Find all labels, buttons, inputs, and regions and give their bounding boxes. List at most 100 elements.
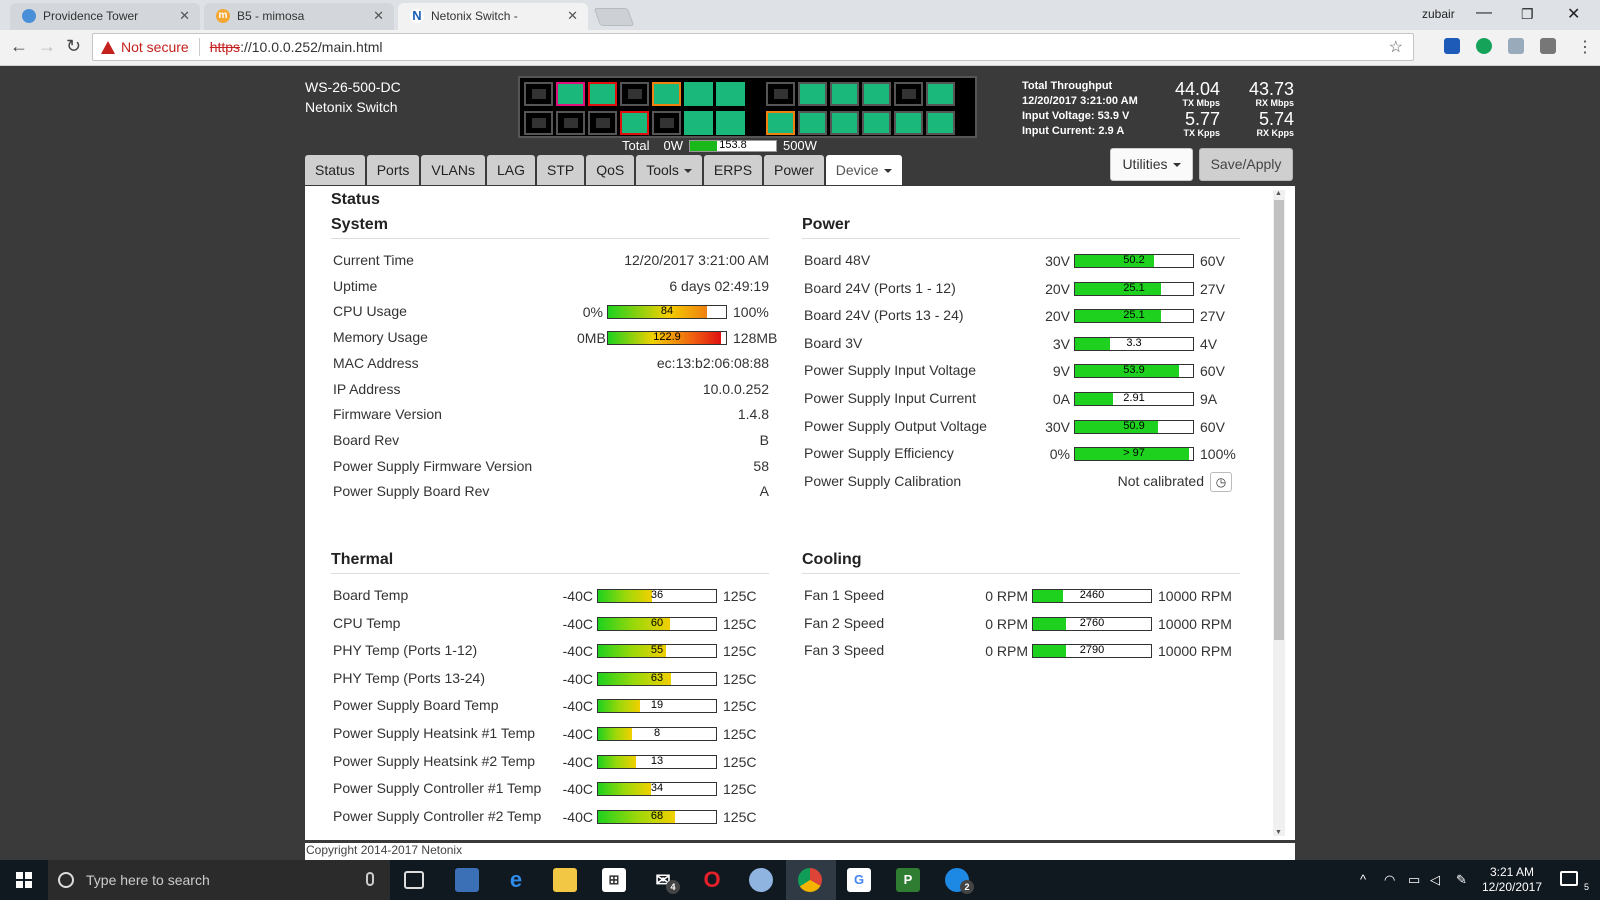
tab-ports[interactable]: Ports <box>366 155 420 185</box>
switch-port[interactable] <box>556 111 585 135</box>
microphone-icon[interactable] <box>366 872 374 886</box>
tab-vlans[interactable]: VLANs <box>421 155 485 185</box>
switch-port[interactable] <box>684 111 713 135</box>
notification-icon[interactable] <box>1560 871 1578 886</box>
switch-port[interactable] <box>894 82 923 106</box>
app-icon[interactable] <box>749 868 773 892</box>
file-explorer-icon[interactable] <box>553 868 577 892</box>
scrollbar[interactable]: ▲ ▼ <box>1273 190 1285 836</box>
switch-port[interactable] <box>620 111 649 135</box>
tab-tools[interactable]: Tools <box>636 155 702 185</box>
battery-icon[interactable]: ▭ <box>1408 872 1420 888</box>
switch-port[interactable] <box>588 82 617 106</box>
switch-port[interactable] <box>556 82 585 106</box>
network-app-icon[interactable] <box>455 868 479 892</box>
close-icon[interactable]: ✕ <box>567 9 578 23</box>
switch-port[interactable] <box>862 82 891 106</box>
close-icon[interactable]: ✕ <box>373 9 384 23</box>
tab-status[interactable]: Status <box>305 155 365 185</box>
tab-b5-mimosa[interactable]: m B5 - mimosa ✕ <box>204 3 394 30</box>
tab-lag[interactable]: LAG <box>486 155 535 185</box>
task-view-icon[interactable] <box>404 871 424 889</box>
new-tab-button[interactable] <box>593 8 635 26</box>
extension-icon[interactable] <box>1540 38 1556 54</box>
gauge: -40C 13 125C <box>557 754 757 770</box>
download-extension-icon[interactable] <box>1508 38 1524 54</box>
switch-port[interactable] <box>798 111 827 135</box>
tab-providence-tower[interactable]: Providence Tower ✕ <box>10 3 200 30</box>
tab-erps[interactable]: ERPS <box>703 155 763 185</box>
system-clock[interactable]: 3:21 AM 12/20/2017 <box>1476 865 1548 895</box>
switch-port[interactable] <box>862 111 891 135</box>
switch-port[interactable] <box>766 111 795 135</box>
tab-device[interactable]: Device <box>825 155 902 185</box>
edge-icon[interactable]: e <box>504 868 528 892</box>
switch-port[interactable] <box>894 111 923 135</box>
scrollbar-thumb[interactable] <box>1274 200 1284 640</box>
opera-icon[interactable]: O <box>700 868 724 892</box>
wifi-icon[interactable]: ◠ <box>1384 872 1395 888</box>
switch-port[interactable] <box>652 111 681 135</box>
calibrate-button[interactable]: ◷ <box>1210 471 1232 492</box>
gauge: -40C 55 125C <box>557 643 757 659</box>
project-icon[interactable]: P <box>896 868 920 892</box>
switch-port[interactable] <box>766 82 795 106</box>
system-row: CPU Usage 0% 84 100% <box>333 303 769 323</box>
extension-icon[interactable] <box>1444 38 1460 54</box>
tab-stp[interactable]: STP <box>536 155 585 185</box>
switch-port[interactable] <box>716 111 745 135</box>
switch-port[interactable] <box>716 82 745 106</box>
total-max: 500W <box>782 138 817 153</box>
switch-port[interactable] <box>926 82 955 106</box>
scroll-up-icon[interactable]: ▲ <box>1275 190 1282 197</box>
switch-port[interactable] <box>524 82 553 106</box>
tab-netonix-switch[interactable]: N Netonix Switch - ✕ <box>398 3 588 30</box>
gauge-value: 13 <box>650 754 664 767</box>
switch-port[interactable] <box>524 111 553 135</box>
gauge-bar: 34 <box>597 782 717 797</box>
chrome-icon[interactable] <box>798 868 822 892</box>
switch-port[interactable] <box>652 82 681 106</box>
switch-port[interactable] <box>620 82 649 106</box>
tab-power[interactable]: Power <box>764 155 824 185</box>
taskbar-search[interactable]: Type here to search <box>48 860 390 900</box>
close-icon[interactable]: ✕ <box>179 9 190 23</box>
profile-name[interactable]: zubair <box>1422 7 1455 21</box>
address-bar[interactable]: Not secure https://10.0.0.252/main.html … <box>92 33 1414 61</box>
gauge: 0% > 97 100% <box>1034 446 1236 462</box>
switch-port[interactable] <box>798 82 827 106</box>
save-apply-button[interactable]: Save/Apply <box>1199 148 1293 181</box>
pen-icon[interactable]: ✎ <box>1456 872 1467 888</box>
store-icon[interactable]: ⊞ <box>602 868 626 892</box>
rx-kpps-label: RX Kpps <box>1256 128 1294 138</box>
gauge-min: 3V <box>1052 335 1070 352</box>
switch-port[interactable] <box>926 111 955 135</box>
restore-icon[interactable]: ❐ <box>1521 6 1534 23</box>
show-hidden-icon[interactable]: ^ <box>1360 872 1366 887</box>
volume-icon[interactable]: ◁ <box>1430 872 1440 888</box>
port-map <box>518 76 977 138</box>
tab-title: B5 - mimosa <box>237 9 305 23</box>
tab-qos[interactable]: QoS <box>586 155 635 185</box>
gauge: 0A 2.91 9A <box>1034 391 1217 407</box>
window-close-icon[interactable]: ✕ <box>1567 4 1580 24</box>
reload-icon[interactable]: ↻ <box>66 36 81 57</box>
switch-port[interactable] <box>830 111 859 135</box>
gauge-bar: 122.9 <box>607 331 727 346</box>
back-icon[interactable]: ← <box>10 36 28 57</box>
clock-date: 12/20/2017 <box>1481 880 1543 894</box>
forward-icon[interactable]: → <box>38 36 56 57</box>
switch-port[interactable] <box>684 82 713 106</box>
google-icon[interactable]: G <box>847 868 871 892</box>
gauge-value: 3.3 <box>1126 336 1142 349</box>
grammarly-icon[interactable] <box>1476 38 1492 54</box>
scroll-down-icon[interactable]: ▼ <box>1275 829 1282 836</box>
minimize-icon[interactable]: — <box>1476 4 1492 22</box>
bookmark-star-icon[interactable]: ☆ <box>1389 37 1403 57</box>
utilities-button[interactable]: Utilities <box>1110 148 1193 181</box>
security-warning[interactable]: Not secure <box>101 39 189 55</box>
switch-port[interactable] <box>830 82 859 106</box>
switch-port[interactable] <box>588 111 617 135</box>
menu-icon[interactable]: ⋮ <box>1577 37 1593 57</box>
windows-start-icon[interactable] <box>16 872 32 888</box>
